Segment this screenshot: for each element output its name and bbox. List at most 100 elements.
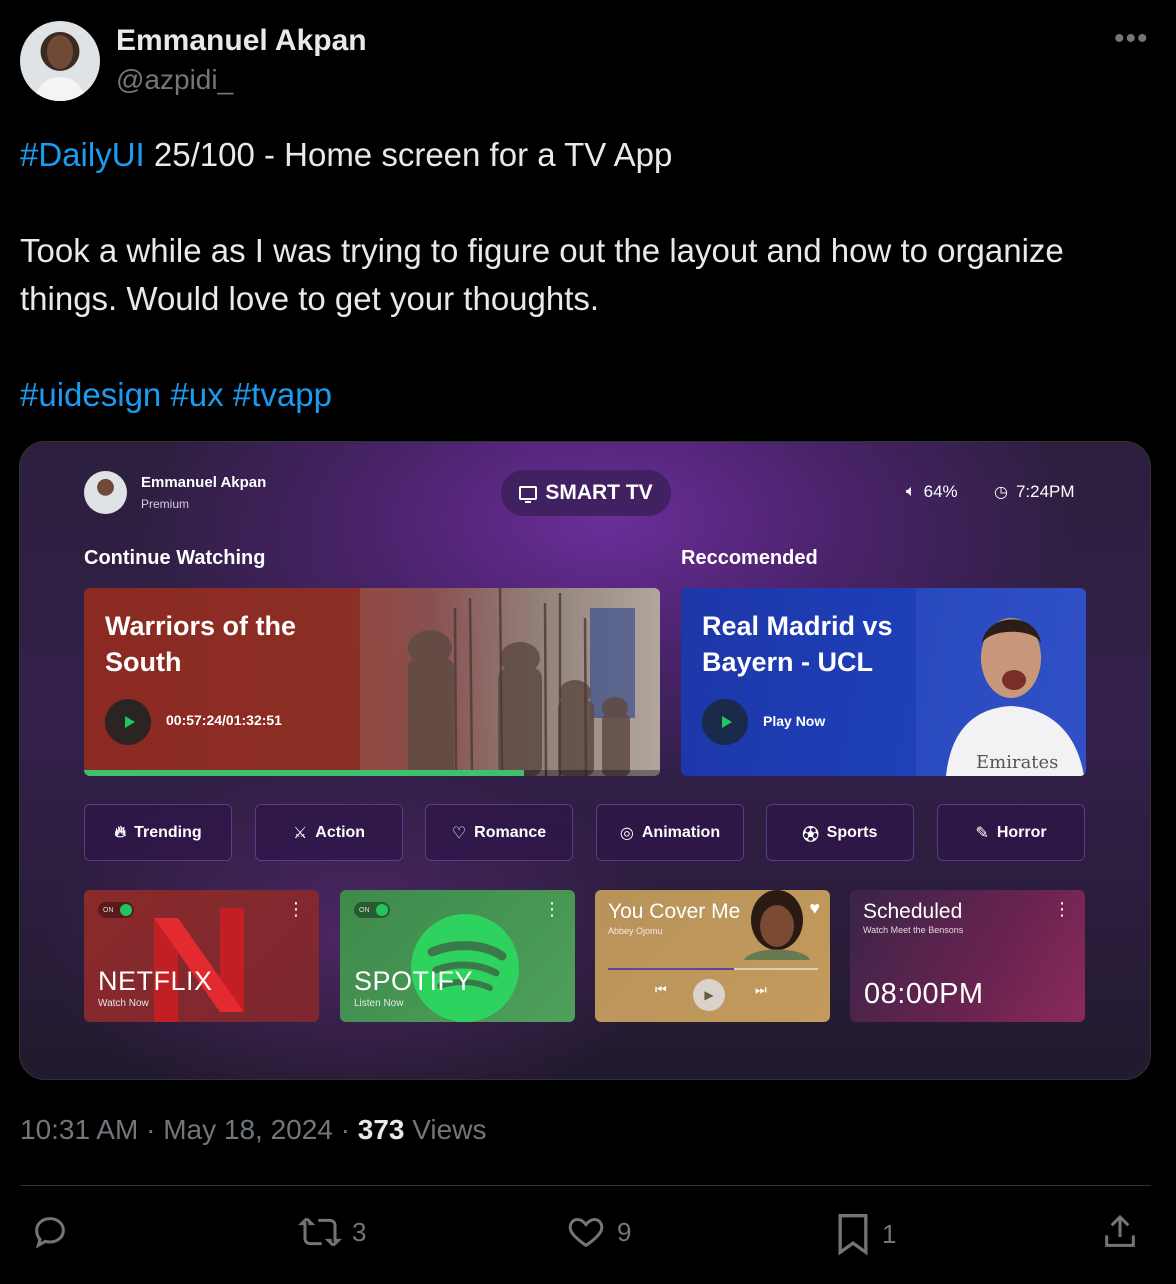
netflix-tile[interactable]: ON ⋮ NETFLIX Watch Now <box>84 890 319 1022</box>
tweet-body: #DailyUI 25/100 - Home screen for a TV A… <box>20 131 1150 467</box>
genre-label: Horror <box>996 823 1047 841</box>
heart-icon: ♡ <box>451 824 467 842</box>
toggle-label: ON <box>359 906 370 914</box>
reply-button[interactable] <box>30 1212 70 1252</box>
svg-text:Emirates: Emirates <box>976 752 1058 773</box>
genre-horror-button[interactable]: ✎ Horror <box>937 804 1085 861</box>
tweet-meta: 10:31 AM · May 18, 2024 · 373 Views <box>20 1114 487 1145</box>
play-pause-button[interactable]: ▶ <box>693 979 725 1011</box>
genre-label: Trending <box>134 823 202 841</box>
genre-label: Sports <box>826 823 878 841</box>
playback-timestamp: 00:57:24/01:32:51 <box>166 712 282 728</box>
heart-icon <box>568 1217 604 1248</box>
volume-status: 🔈︎ 64% <box>906 482 958 502</box>
spotify-menu-icon[interactable]: ⋮ <box>543 900 561 918</box>
bookmark-count: 1 <box>882 1218 897 1249</box>
scheduled-menu-icon[interactable]: ⋮ <box>1053 900 1071 918</box>
recommended-title: Reccomended <box>681 547 818 569</box>
spotify-toggle[interactable]: ON <box>354 902 390 918</box>
author-handle[interactable]: @azpidi_ <box>116 64 233 96</box>
share-icon <box>1105 1214 1135 1247</box>
watch-progress-bar <box>84 770 660 776</box>
continue-watching-title: Continue Watching <box>84 547 266 569</box>
divider <box>20 1185 1151 1186</box>
animation-icon: ◎ <box>619 824 634 842</box>
song-title: You Cover Me <box>608 900 741 923</box>
retweet-count: 3 <box>352 1216 367 1247</box>
views-count: 373 <box>357 1114 405 1145</box>
scheduled-tile[interactable]: Scheduled Watch Meet the Bensons ⋮ 08:00… <box>850 890 1085 1022</box>
bookmark-icon <box>838 1214 868 1256</box>
author-avatar[interactable] <box>20 21 100 101</box>
flame-icon: 🔥︎ <box>114 823 127 841</box>
netflix-name: NETFLIX <box>98 966 213 996</box>
tweet-line-1: #DailyUI 25/100 - Home screen for a TV A… <box>20 131 1150 179</box>
smart-tv-label: SMART TV <box>545 481 653 504</box>
like-count: 9 <box>617 1216 632 1247</box>
next-track-icon[interactable]: ⏭︎ <box>755 982 767 998</box>
netflix-menu-icon[interactable]: ⋮ <box>287 900 305 918</box>
tv-user-tier: Premium <box>141 497 190 511</box>
scheduled-subtitle: Watch Meet the Bensons <box>863 925 964 935</box>
tweet-hashtags: #uidesign #ux #tvapp <box>20 371 1150 419</box>
tweet-date[interactable]: May 18, 2024 <box>163 1114 333 1145</box>
song-progress-bar[interactable] <box>608 968 818 970</box>
continue-card-title: Warriors of the South <box>105 611 297 677</box>
genre-trending-button[interactable]: 🔥︎ Trending <box>84 804 232 861</box>
bookmark-button[interactable]: 1 <box>834 1212 896 1256</box>
play-now-button[interactable] <box>702 699 748 745</box>
genre-action-button[interactable]: ⚔︎ Action <box>255 804 403 861</box>
tweet-line-2: Took a while as I was trying to figure o… <box>20 232 1064 317</box>
like-button[interactable]: 9 <box>565 1212 631 1252</box>
song-artist: Abbey Ojomu <box>608 926 663 936</box>
smart-tv-badge: SMART TV <box>501 470 671 516</box>
netflix-logo-icon <box>154 908 244 1022</box>
tweet-media-image[interactable]: Emmanuel Akpan Premium SMART TV 🔈︎ 64% ◷… <box>19 441 1151 1080</box>
author-name[interactable]: Emmanuel Akpan <box>116 24 367 58</box>
hashtag-dailyui[interactable]: #DailyUI <box>20 136 145 173</box>
play-button[interactable] <box>105 699 151 745</box>
views-label: Views <box>412 1114 487 1145</box>
tweet-time[interactable]: 10:31 AM <box>20 1114 138 1145</box>
hashtag-tvapp[interactable]: #tvapp <box>233 376 332 413</box>
spotify-action[interactable]: Listen Now <box>354 998 403 1009</box>
warriors-artwork <box>360 588 660 776</box>
clock-status: ◷ 7:24PM <box>994 482 1075 502</box>
speaker-icon: 🔈︎ <box>906 483 916 500</box>
netflix-toggle[interactable]: ON <box>98 902 134 918</box>
tv-icon <box>519 486 538 503</box>
genre-label: Romance <box>474 823 547 841</box>
spotify-name: SPOTIFY <box>354 966 474 996</box>
tv-user-avatar <box>84 471 127 514</box>
clock-icon: ◷ <box>994 484 1008 501</box>
genre-label: Action <box>315 823 366 841</box>
share-button[interactable] <box>1100 1212 1140 1252</box>
genre-animation-button[interactable]: ◎ Animation <box>596 804 744 861</box>
previous-track-icon[interactable]: ⏮︎ <box>655 982 667 998</box>
volume-value: 64% <box>923 482 958 501</box>
netflix-action[interactable]: Watch Now <box>98 998 149 1009</box>
scheduled-time: 08:00PM <box>864 978 984 1010</box>
recommended-card-title: Real Madrid vs Bayern - UCL <box>702 611 893 677</box>
more-options-icon[interactable]: ••• <box>1114 22 1149 56</box>
watch-progress-fill <box>84 770 525 776</box>
scheduled-title: Scheduled <box>863 900 963 923</box>
tweet-line-1-text: 25/100 - Home screen for a TV App <box>144 136 673 173</box>
genre-romance-button[interactable]: ♡ Romance <box>425 804 573 861</box>
hashtag-uidesign[interactable]: #uidesign <box>20 376 161 413</box>
knife-icon: ✎ <box>975 824 989 842</box>
song-progress-fill <box>608 968 734 970</box>
retweet-button[interactable]: 3 <box>298 1212 366 1252</box>
spotify-tile[interactable]: ON ⋮ SPOTIFY Listen Now <box>340 890 575 1022</box>
genre-sports-button[interactable]: ⚽︎ Sports <box>766 804 914 861</box>
retweet-icon <box>298 1217 342 1247</box>
toggle-label: ON <box>103 906 114 914</box>
soccer-ball-icon: ⚽︎ <box>802 826 819 844</box>
recommended-card[interactable]: Emirates Real Madrid vs Bayern - UCL Pla… <box>681 588 1086 776</box>
hashtag-ux[interactable]: #ux <box>170 376 223 413</box>
continue-watching-card[interactable]: Warriors of the South 00:57:24/01:32:51 <box>84 588 660 776</box>
music-player-tile[interactable]: You Cover Me Abbey Ojomu ♥ ⏮︎ ▶ ⏭︎ <box>595 890 830 1022</box>
play-icon <box>124 716 135 728</box>
play-now-label[interactable]: Play Now <box>763 713 825 729</box>
favorite-heart-icon[interactable]: ♥ <box>809 898 820 919</box>
